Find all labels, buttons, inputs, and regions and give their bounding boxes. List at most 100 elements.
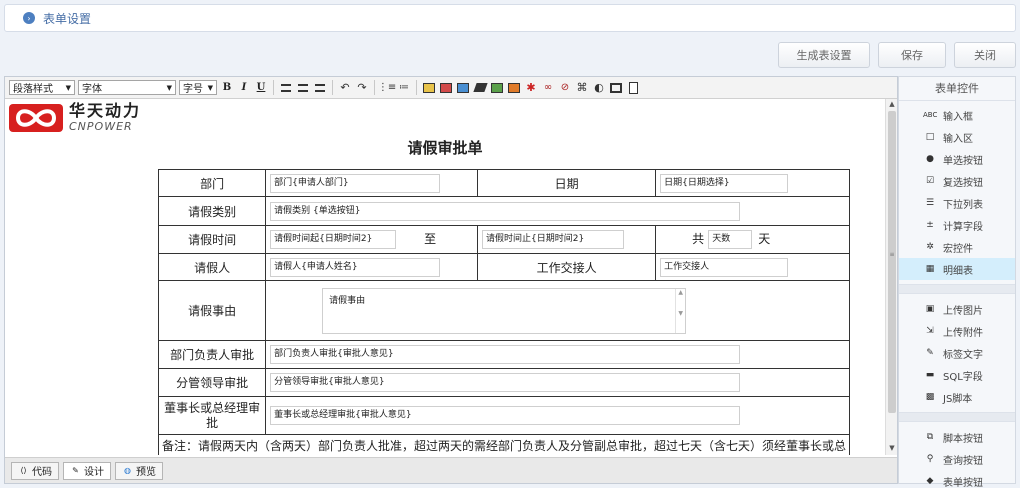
leave-start-cell: 请假时间起{日期时间2} 至 [265,225,479,254]
save-button[interactable]: 保存 [878,42,946,68]
chairman-field[interactable]: 董事长或总经理审批{审批人意见} [270,406,741,425]
handover-field[interactable]: 工作交接人 [660,257,789,277]
align-center-icon[interactable] [296,81,310,95]
scroll-down-icon[interactable]: ▼ [886,444,898,454]
preview-icon[interactable]: ◐ [592,81,606,95]
control-label: 宏控件 [943,243,973,255]
handover-label: 工作交接人 [477,253,657,281]
control-label: 标签文字 [943,349,983,361]
vertical-scrollbar[interactable]: ▲ ≡ ▼ [885,99,897,455]
unordered-list-icon[interactable]: ≔ [397,81,411,95]
dept-head-field[interactable]: 部门负责人审批{审批人意见} [270,345,741,364]
tab-code-label: 代码 [32,467,52,478]
font-size-select[interactable]: 字号 ▼ [179,80,217,95]
fullscreen-icon[interactable] [609,81,623,95]
panel-divider [899,412,1015,422]
toolbar-divider [416,80,417,95]
control-checkbox[interactable]: ☑ 复选按钮 [899,170,1015,192]
control-form-button[interactable]: ◆ 表单按钮 [899,470,1015,488]
undo-icon[interactable]: ↶ [338,81,352,95]
date-cell: 日期{日期选择} [655,169,851,197]
tab-preview[interactable]: ◍ 预览 [115,461,163,480]
leave-start-field[interactable]: 请假时间起{日期时间2} [270,230,397,249]
date-field[interactable]: 日期{日期选择} [660,173,789,193]
document-canvas[interactable]: 华天动力 CNPOWER 请假审批单 部门 部门{申请人部门} 日期 日期{日期… [5,99,885,455]
dept-head-label: 部门负责人审批 [157,340,267,369]
table-row: 部门负责人审批 部门负责人审批{审批人意见} [157,340,851,369]
control-upload-image[interactable]: ▣ 上传图片 [899,298,1015,320]
control-dropdown[interactable]: ☰ 下拉列表 [899,192,1015,214]
leave-time-label: 请假时间 [157,225,267,254]
control-label-text[interactable]: ✎ 标签文字 [899,342,1015,364]
background-color-icon[interactable] [439,81,453,95]
control-upload-attachment[interactable]: ⇲ 上传附件 [899,320,1015,342]
control-label: 表单按钮 [943,477,983,488]
italic-button[interactable]: I [237,80,251,96]
leave-end-cell: 请假时间止{日期时间2} [477,225,657,254]
leave-days-cell: 共天数天 [655,225,851,254]
scroll-up-icon[interactable]: ▲ [886,100,898,110]
dept-field[interactable]: 部门{申请人部门} [270,173,441,193]
redo-icon[interactable]: ↷ [355,81,369,95]
control-sql-field[interactable]: ▬ SQL字段 [899,364,1015,386]
control-textarea[interactable]: □ 输入区 [899,126,1015,148]
table-row: 请假人 请假人{申请人姓名} 工作交接人 工作交接人 [157,253,851,281]
page-header: › 表单设置 [4,4,1016,32]
leave-reason-textarea[interactable]: 请假事由 ▲ ▼ [322,287,687,334]
control-calc-field[interactable]: ± 计算字段 [899,214,1015,236]
new-document-icon[interactable] [626,81,640,95]
close-button[interactable]: 关闭 [954,42,1016,68]
control-label: 上传附件 [943,327,983,339]
textarea-scrollbar[interactable]: ▲ ▼ [675,288,685,333]
control-js-script[interactable]: ▩ JS脚本 [899,386,1015,408]
control-script-button[interactable]: ⧉ 脚本按钮 [899,426,1015,448]
control-macro[interactable]: ✲ 宏控件 [899,236,1015,258]
link-icon[interactable]: ∞ [541,81,555,95]
leave-type-field[interactable]: 请假类别 {单选按钮} [270,201,741,221]
control-input-box[interactable]: ABC 输入框 [899,104,1015,126]
remarks-note: 备注：请假两天内（含两天）部门负责人批准，超过两天的需经部门负责人及分管副总审批… [157,434,851,455]
table-row: 请假事由 请假事由 ▲ ▼ [157,280,851,341]
bold-button[interactable]: B [220,80,234,96]
paragraph-style-select[interactable]: 段落样式 ▼ [9,80,75,95]
unlink-icon[interactable]: ⊘ [558,81,572,95]
generate-table-settings-button[interactable]: 生成表设置 [778,42,870,68]
highlight-icon[interactable] [456,81,470,95]
leave-approval-table: 部门 部门{申请人部门} 日期 日期{日期选择} 请假类别 请假类别 {单选按钮… [157,169,851,455]
rich-text-editor: 段落样式 ▼ 字体 ▼ 字号 ▼ B I U ↶ ↷ ⋮≡ ≔ ✱ ∞ ⊘ ⌘ ◐ [4,76,898,484]
control-detail-table[interactable]: ▦ 明细表 [899,258,1015,280]
control-label: SQL字段 [943,371,983,383]
font-family-select[interactable]: 字体 ▼ [78,80,176,95]
leave-end-field[interactable]: 请假时间止{日期时间2} [482,230,625,249]
leave-type-cell: 请假类别 {单选按钮} [265,196,851,226]
template-icon[interactable]: ⌘ [575,81,589,95]
align-right-icon[interactable] [313,81,327,95]
leave-type-label: 请假类别 [157,196,267,226]
control-radio[interactable]: ● 单选按钮 [899,148,1015,170]
ordered-list-icon[interactable]: ⋮≡ [378,81,396,95]
days-field[interactable]: 天数 [708,230,753,249]
image-icon[interactable] [490,81,504,95]
scrollbar-thumb[interactable] [888,111,896,413]
align-left-icon[interactable] [279,81,293,95]
globe-icon: ◍ [124,466,131,475]
toolbar-divider [332,80,333,95]
list-icon: ☰ [925,198,935,208]
special-char-icon[interactable]: ✱ [524,81,538,95]
editor-mode-tabs: ⟨⟩ 代码 ✎ 设计 ◍ 预览 [5,457,897,483]
tab-design[interactable]: ✎ 设计 [63,461,111,480]
underline-button[interactable]: U [254,80,268,96]
abc-icon: ABC [923,111,938,119]
tab-design-label: 设计 [84,467,104,478]
table-icon[interactable] [507,81,521,95]
text-color-icon[interactable] [422,81,436,95]
code-icon: ⟨⟩ [20,466,27,475]
applicant-field[interactable]: 请假人{申请人姓名} [270,257,441,277]
tab-code[interactable]: ⟨⟩ 代码 [11,461,59,480]
control-query-button[interactable]: ⚲ 查询按钮 [899,448,1015,470]
leader-field[interactable]: 分管领导审批{审批人意见} [270,373,741,392]
grid-icon: ▦ [925,264,935,274]
textarea-icon: □ [925,132,935,142]
image-icon: ▣ [925,304,935,314]
eraser-icon[interactable] [472,81,488,95]
